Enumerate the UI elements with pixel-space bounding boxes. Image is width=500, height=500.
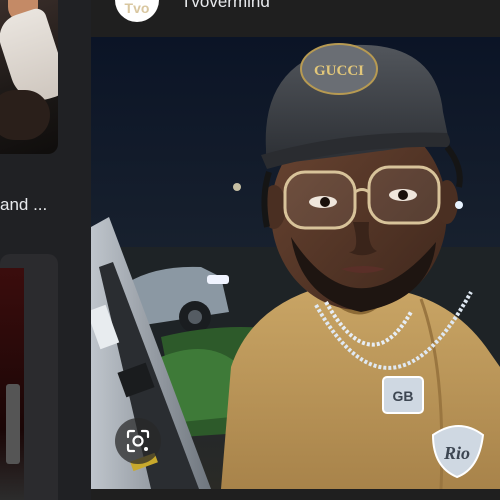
pendant-right-text: Rio [443,443,470,463]
source-logo[interactable]: Tvo [115,0,159,22]
image-search-page: and ... Tvo Tvovermind GUCCI GB Rio [0,0,500,500]
preview-footer [91,489,500,500]
thumb-detail [6,384,20,464]
results-column: and ... [0,0,62,500]
preview-header: Tvo Tvovermind [91,0,500,36]
photo-illustration: GUCCI GB Rio [91,37,500,489]
lens-search-icon [126,429,150,453]
result-thumbnail-bottom[interactable] [0,254,58,500]
image-preview-panel: Tvo Tvovermind GUCCI GB Rio [91,0,500,500]
cap-logo-text: GUCCI [314,63,364,79]
pendant-left-text: GB [393,388,414,404]
thumb-detail [0,90,50,140]
result-caption[interactable]: and ... [0,192,60,218]
lens-search-button[interactable] [115,418,161,464]
preview-image[interactable]: GUCCI GB Rio [91,37,500,489]
source-name[interactable]: Tvovermind [181,0,270,12]
result-thumbnail-top[interactable] [0,0,58,154]
